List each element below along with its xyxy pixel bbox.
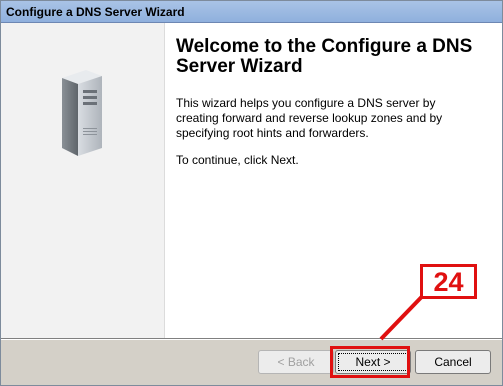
wizard-window: Configure a DNS Server Wizard Welcome to… bbox=[0, 0, 503, 386]
wizard-description: This wizard helps you configure a DNS se… bbox=[176, 96, 443, 140]
page-heading: Welcome to the Configure a DNS Server Wi… bbox=[176, 36, 473, 77]
annotation-highlight-box bbox=[330, 346, 410, 378]
wizard-side-panel bbox=[1, 23, 165, 338]
title-bar[interactable]: Configure a DNS Server Wizard bbox=[1, 1, 502, 23]
continue-instruction: To continue, click Next. bbox=[176, 153, 299, 167]
annotation-step-badge: 24 bbox=[420, 264, 477, 299]
button-separator-highlight bbox=[1, 339, 502, 340]
cancel-button[interactable]: Cancel bbox=[415, 350, 491, 374]
wizard-text-area: Welcome to the Configure a DNS Server Wi… bbox=[176, 37, 476, 168]
window-title: Configure a DNS Server Wizard bbox=[6, 5, 185, 19]
back-button[interactable]: < Back bbox=[258, 350, 334, 374]
server-icon bbox=[62, 70, 102, 156]
